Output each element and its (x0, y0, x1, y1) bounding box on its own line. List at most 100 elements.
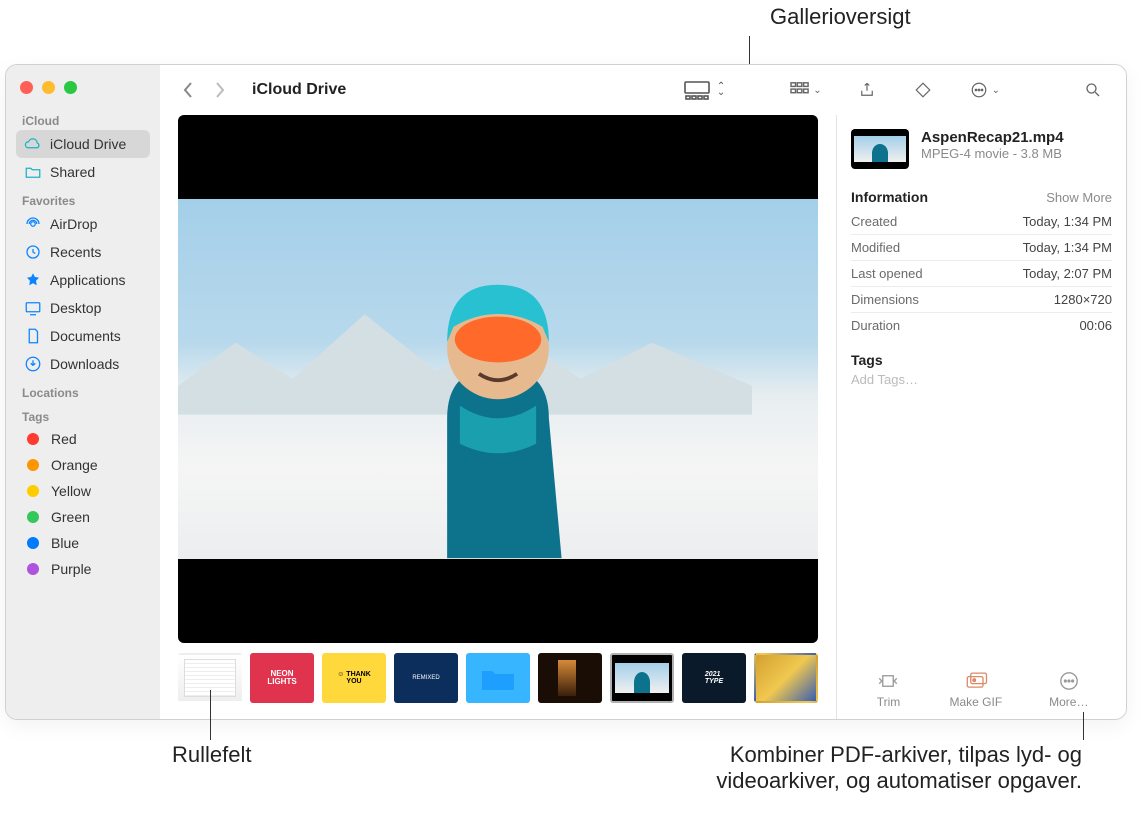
action-label: Trim (877, 695, 901, 709)
sidebar-item-label: Red (51, 431, 77, 447)
document-icon (24, 327, 42, 345)
sidebar-item-label: iCloud Drive (50, 136, 126, 152)
thumbnail-item[interactable] (538, 653, 602, 703)
sidebar-tag-orange[interactable]: Orange (16, 452, 150, 478)
sidebar-item-shared[interactable]: Shared (16, 158, 150, 186)
zoom-button[interactable] (64, 81, 77, 94)
info-row-duration: Duration00:06 (851, 313, 1112, 338)
sidebar-item-label: Blue (51, 535, 79, 551)
share-button[interactable] (848, 77, 886, 103)
info-row-modified: ModifiedToday, 1:34 PM (851, 235, 1112, 261)
tag-dot-icon (27, 537, 39, 549)
show-more-button[interactable]: Show More (1046, 190, 1112, 205)
add-tags-field[interactable]: Add Tags… (851, 372, 1112, 387)
tag-dot-icon (27, 563, 39, 575)
applications-icon (24, 271, 42, 289)
nav-buttons (174, 77, 234, 103)
sidebar-item-applications[interactable]: Applications (16, 266, 150, 294)
thumbnail-item-selected[interactable] (610, 653, 674, 703)
sidebar-tag-blue[interactable]: Blue (16, 530, 150, 556)
forward-button[interactable] (206, 77, 234, 103)
info-row-created: CreatedToday, 1:34 PM (851, 209, 1112, 235)
callout-gallery-view: Gallerioversigt (770, 4, 911, 30)
tags-section-title: Tags (851, 352, 1112, 368)
search-button[interactable] (1074, 77, 1112, 103)
sidebar-item-label: Documents (50, 328, 121, 344)
sidebar-heading-favorites: Favorites (16, 192, 150, 210)
sidebar-item-label: Recents (50, 244, 101, 260)
action-label: Make GIF (949, 695, 1002, 709)
sidebar-tag-green[interactable]: Green (16, 504, 150, 530)
sidebar-item-recents[interactable]: Recents (16, 238, 150, 266)
more-action[interactable]: More… (1049, 671, 1088, 709)
sidebar-item-label: Applications (50, 272, 126, 288)
tags-button[interactable] (904, 77, 942, 103)
sidebar-tag-yellow[interactable]: Yellow (16, 478, 150, 504)
thumbnail-item[interactable]: REMIXED (394, 653, 458, 703)
preview-image (178, 199, 818, 558)
sidebar-heading-tags: Tags (16, 408, 150, 426)
inspector-thumbnail (851, 129, 909, 169)
sidebar-item-documents[interactable]: Documents (16, 322, 150, 350)
download-icon (24, 355, 42, 373)
content-area: NEONLIGHTS ☺ THANKYOU REMIXED 2021TYPE A… (160, 115, 1126, 719)
sidebar-item-label: Purple (51, 561, 91, 577)
sidebar: iCloud iCloud Drive Shared Favorites Air… (6, 65, 160, 719)
sidebar-heading-locations: Locations (16, 384, 150, 402)
back-button[interactable] (174, 77, 202, 103)
sidebar-item-label: Yellow (51, 483, 91, 499)
thumbnail-item[interactable] (754, 653, 818, 703)
tag-dot-icon (27, 485, 39, 497)
callout-quick-actions: Kombiner PDF-arkiver, tilpas lyd- og vid… (716, 742, 1082, 794)
airdrop-icon (24, 215, 42, 233)
minimize-button[interactable] (42, 81, 55, 94)
more-actions-button[interactable]: ⌄ (960, 77, 1008, 103)
desktop-icon (24, 299, 42, 317)
thumbnail-item[interactable]: NEONLIGHTS (250, 653, 314, 703)
view-mode-gallery-button[interactable]: ⌃⌄ (682, 80, 725, 100)
preview-pane[interactable] (178, 115, 818, 643)
action-label: More… (1049, 695, 1088, 709)
info-row-last-opened: Last openedToday, 2:07 PM (851, 261, 1112, 287)
info-section-title: Information (851, 189, 928, 205)
sidebar-item-icloud-drive[interactable]: iCloud Drive (16, 130, 150, 158)
trim-action[interactable]: Trim (874, 671, 902, 709)
chevron-updown-icon: ⌃⌄ (717, 84, 725, 96)
make-gif-action[interactable]: Make GIF (949, 671, 1002, 709)
info-row-dimensions: Dimensions1280×720 (851, 287, 1112, 313)
callout-scrubber: Rullefelt (172, 742, 251, 768)
sidebar-item-label: Orange (51, 457, 98, 473)
sidebar-item-airdrop[interactable]: AirDrop (16, 210, 150, 238)
sidebar-tag-red[interactable]: Red (16, 426, 150, 452)
thumbnail-strip[interactable]: NEONLIGHTS ☺ THANKYOU REMIXED 2021TYPE (178, 643, 818, 709)
thumbnail-item-folder[interactable] (466, 653, 530, 703)
toolbar: iCloud Drive ⌃⌄ ⌄ ⌄ (160, 65, 1126, 115)
finder-window: iCloud iCloud Drive Shared Favorites Air… (5, 64, 1127, 720)
cloud-icon (24, 135, 42, 153)
thumbnail-item[interactable]: ☺ THANKYOU (322, 653, 386, 703)
tag-dot-icon (27, 511, 39, 523)
file-kind-size: MPEG-4 movie - 3.8 MB (921, 146, 1064, 161)
sidebar-item-label: AirDrop (50, 216, 97, 232)
window-controls (20, 81, 150, 94)
sidebar-item-desktop[interactable]: Desktop (16, 294, 150, 322)
tag-dot-icon (27, 433, 39, 445)
callout-line (1083, 712, 1084, 740)
tag-dot-icon (27, 459, 39, 471)
sidebar-heading-icloud: iCloud (16, 112, 150, 130)
thumbnail-item[interactable]: 2021TYPE (682, 653, 746, 703)
callout-line (210, 690, 211, 740)
sidebar-tag-purple[interactable]: Purple (16, 556, 150, 582)
sidebar-item-label: Downloads (50, 356, 119, 372)
sidebar-item-downloads[interactable]: Downloads (16, 350, 150, 378)
sidebar-item-label: Shared (50, 164, 95, 180)
quick-actions: Trim Make GIF More… (851, 661, 1112, 709)
file-name: AspenRecap21.mp4 (921, 129, 1064, 146)
person-graphic (322, 253, 674, 558)
toolbar-actions: ⌄ ⌄ (781, 77, 1112, 103)
inspector-header: AspenRecap21.mp4 MPEG-4 movie - 3.8 MB (851, 129, 1112, 169)
inspector-panel: AspenRecap21.mp4 MPEG-4 movie - 3.8 MB I… (836, 115, 1126, 719)
close-button[interactable] (20, 81, 33, 94)
preview-column: NEONLIGHTS ☺ THANKYOU REMIXED 2021TYPE (160, 115, 836, 719)
group-by-button[interactable]: ⌄ (781, 77, 829, 103)
